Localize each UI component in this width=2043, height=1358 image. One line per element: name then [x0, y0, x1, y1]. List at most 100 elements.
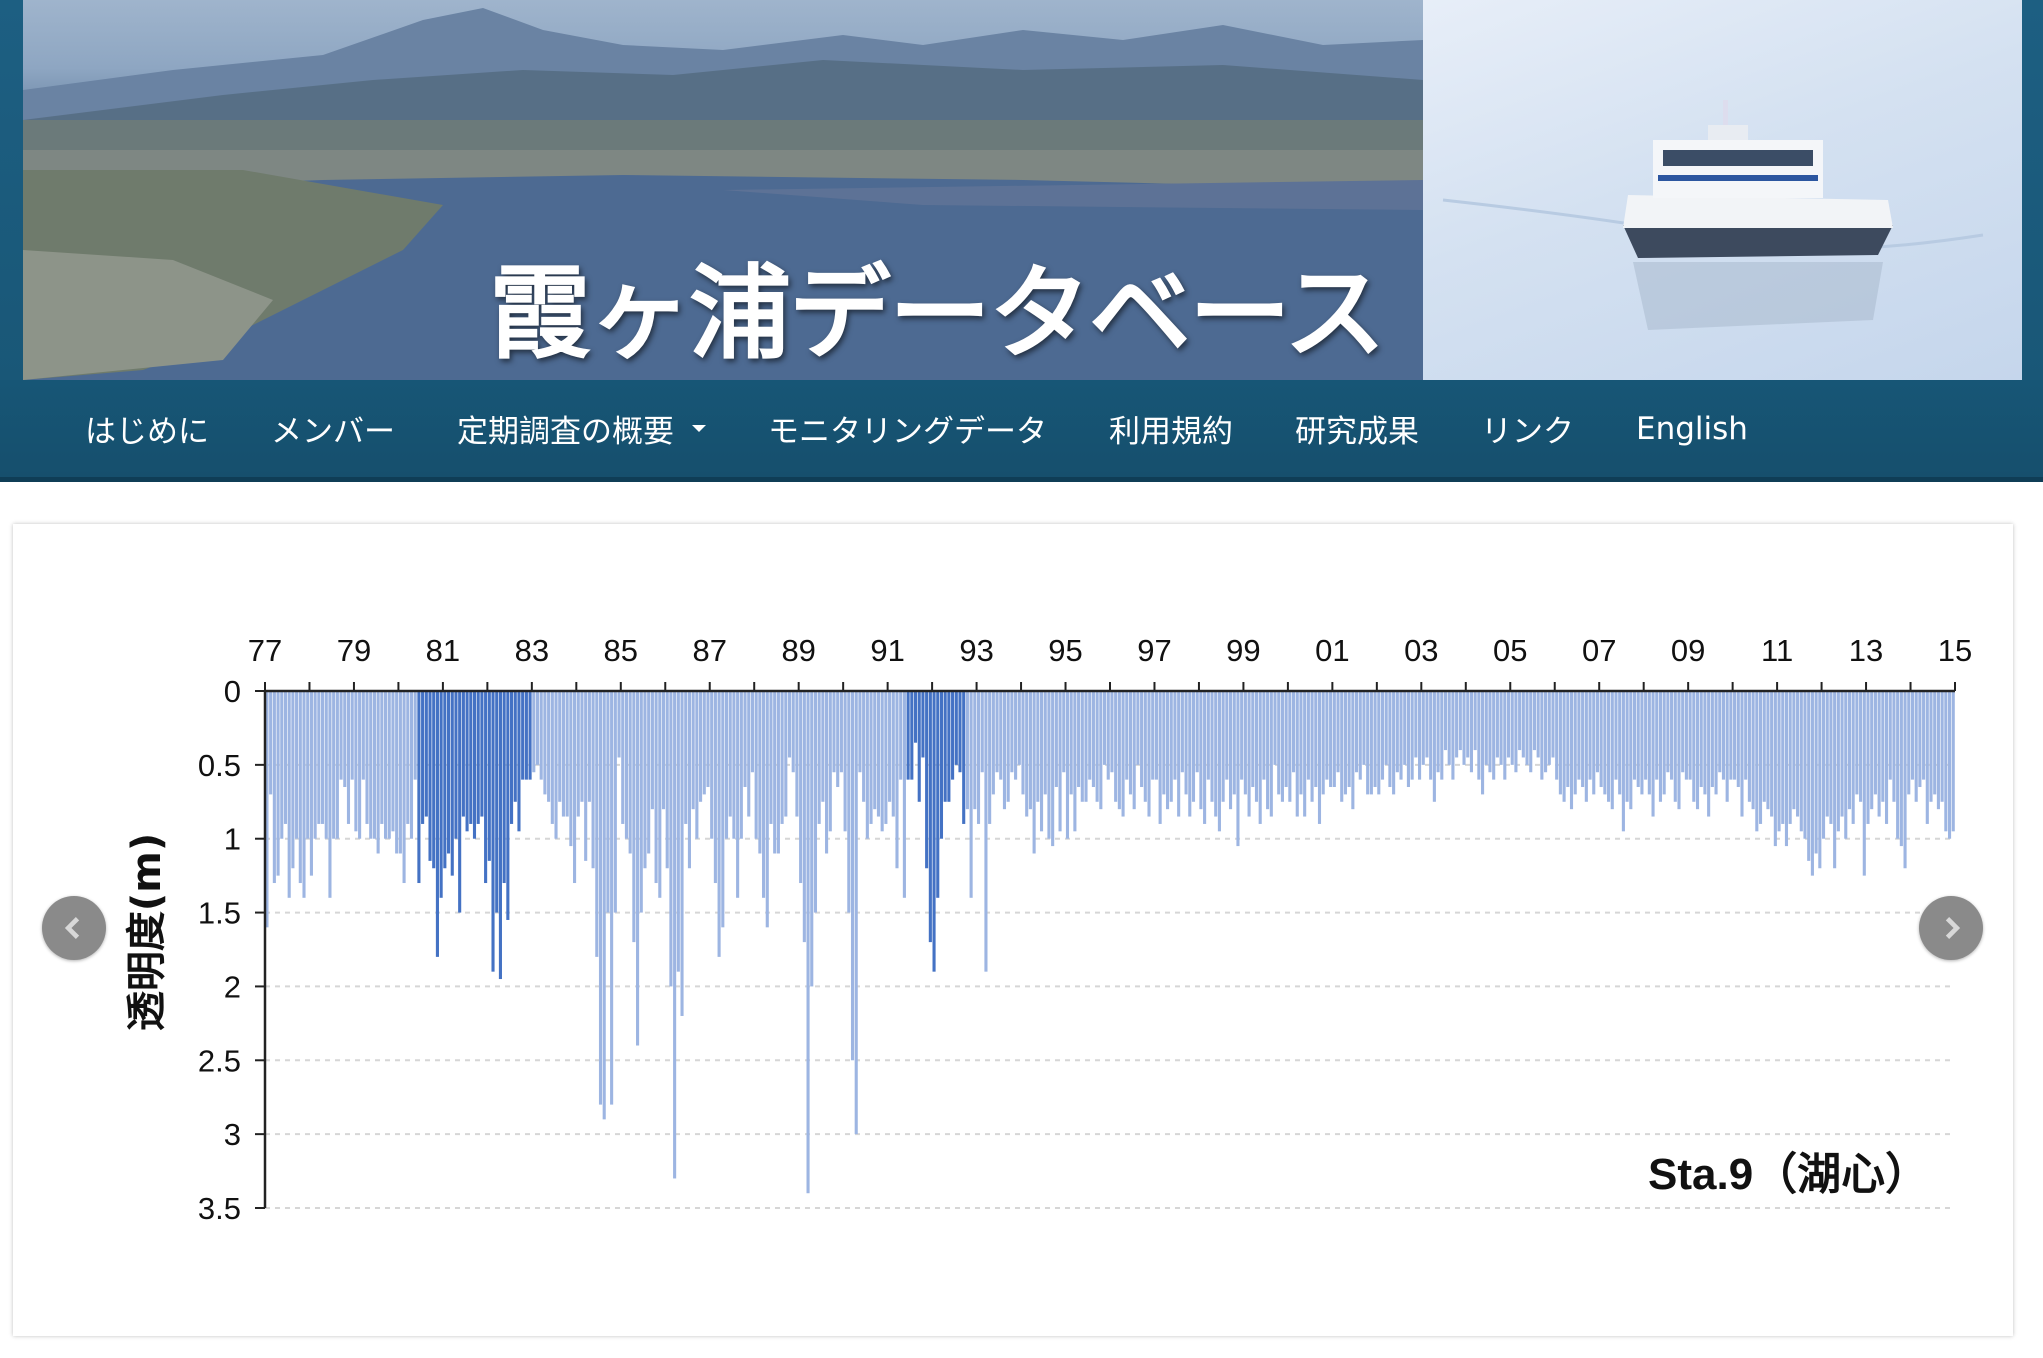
bar: [380, 691, 384, 824]
bar: [1336, 691, 1340, 773]
bar: [825, 691, 829, 854]
bar: [1080, 691, 1084, 802]
bar: [865, 691, 869, 839]
bar: [1881, 691, 1885, 802]
bar: [1892, 691, 1896, 802]
x-tick-label: 89: [781, 633, 815, 668]
bar: [913, 691, 918, 743]
bar: [647, 691, 651, 854]
nav-item-members[interactable]: メンバー: [271, 406, 395, 451]
bar: [1243, 691, 1247, 795]
bar: [1262, 691, 1266, 780]
bar: [943, 691, 947, 802]
bar: [821, 691, 825, 802]
bar: [780, 691, 784, 824]
bar: [1169, 691, 1173, 802]
nav-item-monitoring-data[interactable]: モニタリングデータ: [768, 406, 1047, 451]
bar: [1818, 691, 1822, 869]
bar: [1062, 691, 1066, 773]
bar: [1191, 691, 1196, 802]
bar: [1414, 691, 1418, 758]
bar: [984, 691, 988, 972]
bar: [906, 691, 910, 780]
bar: [465, 691, 469, 832]
bar: [1873, 691, 1877, 795]
bar: [1039, 691, 1044, 832]
bar: [1844, 691, 1848, 839]
bar: [1184, 691, 1188, 795]
bar: [1688, 691, 1692, 780]
y-tick-label: 1.5: [198, 896, 241, 931]
bar: [409, 691, 414, 839]
bar: [1918, 691, 1922, 788]
nav-item-terms[interactable]: 利用規約: [1109, 406, 1233, 451]
bar: [1303, 691, 1307, 817]
bar: [658, 691, 662, 898]
bar: [1091, 691, 1095, 788]
bar: [873, 691, 877, 810]
bar: [439, 691, 443, 898]
bar: [1102, 691, 1107, 765]
bar: [1236, 691, 1240, 847]
bar: [324, 691, 328, 839]
bar: [1833, 691, 1837, 869]
bar: [1899, 691, 1903, 847]
bar: [1473, 691, 1477, 751]
bar: [1099, 691, 1103, 810]
bar: [1206, 691, 1210, 780]
bar: [925, 691, 929, 869]
bar: [369, 691, 373, 839]
bar: [1492, 691, 1496, 780]
bar: [1718, 691, 1722, 773]
bar: [1051, 691, 1055, 847]
nav-item-english[interactable]: English: [1636, 411, 1748, 447]
bar: [450, 691, 454, 876]
bar: [1254, 691, 1259, 802]
bar: [1429, 691, 1433, 780]
bar: [1151, 691, 1155, 780]
bar: [1651, 691, 1655, 817]
bar: [1106, 691, 1110, 780]
bar: [1436, 691, 1440, 773]
bar: [1158, 691, 1162, 824]
bar: [1666, 691, 1670, 773]
bar: [1884, 691, 1889, 824]
nav-item-intro[interactable]: はじめに: [85, 406, 209, 451]
bar: [1506, 691, 1511, 758]
nav-item-research[interactable]: 研究成果: [1295, 406, 1419, 451]
bar: [1458, 691, 1462, 751]
bar: [1025, 691, 1029, 817]
bar: [269, 691, 273, 795]
bar: [313, 691, 317, 839]
bar: [813, 691, 818, 913]
bar: [1551, 691, 1555, 758]
nav-item-survey-overview[interactable]: 定期調査の概要: [457, 406, 706, 451]
bar: [1584, 691, 1588, 802]
bar: [1247, 691, 1251, 817]
bar: [1210, 691, 1214, 802]
bar: [291, 691, 295, 869]
chevron-right-icon: [1945, 917, 1961, 939]
bar: [302, 691, 306, 898]
bar: [1373, 691, 1377, 788]
bar: [480, 691, 484, 817]
carousel-prev-button[interactable]: [42, 896, 106, 960]
bar: [762, 691, 766, 898]
research-boat-image: [1442, 100, 1984, 330]
bar: [1495, 691, 1499, 758]
x-tick-label: 11: [1761, 633, 1793, 668]
nav-item-links[interactable]: リンク: [1481, 406, 1574, 451]
bar: [1859, 691, 1863, 802]
bar: [1936, 691, 1940, 810]
bar: [750, 691, 755, 773]
bar: [1332, 691, 1336, 788]
bar: [1343, 691, 1347, 795]
y-tick-label: 2: [224, 969, 241, 1004]
bar: [539, 691, 543, 780]
bar: [1636, 691, 1640, 788]
bar: [691, 691, 695, 810]
bar: [999, 691, 1003, 780]
bar: [1951, 691, 1955, 832]
bar: [769, 691, 773, 824]
carousel-next-button[interactable]: [1919, 896, 1983, 960]
